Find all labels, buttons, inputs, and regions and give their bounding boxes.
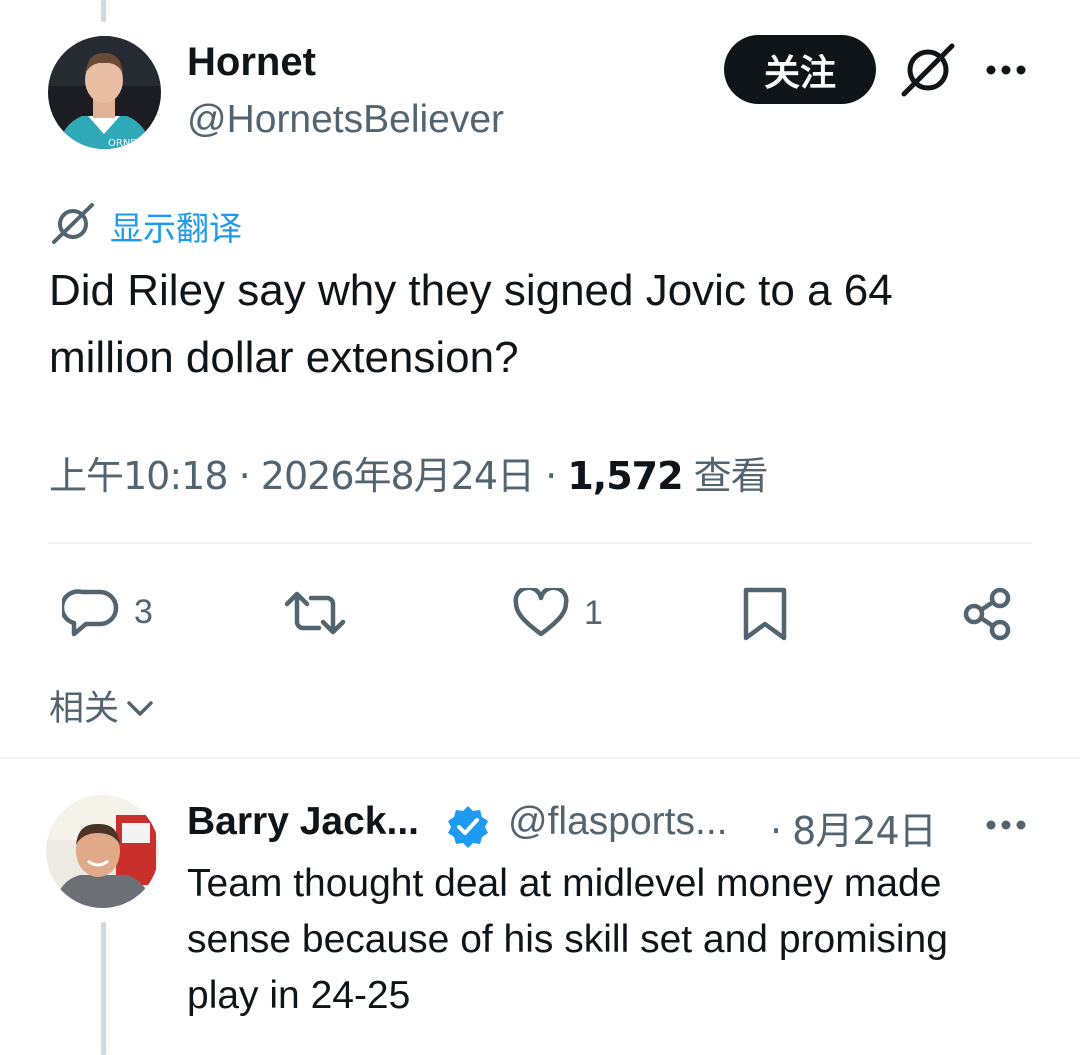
tweet-meta: 上午10:18 · 2026年8月24日 · 1,572 查看	[49, 445, 769, 500]
retweet-action[interactable]	[283, 588, 347, 638]
thread-line-top	[101, 0, 106, 22]
reply-avatar[interactable]	[46, 795, 159, 908]
thread-line-bottom	[101, 922, 106, 1055]
reply-text-line-3: play in 24-25	[187, 974, 411, 1017]
related-label: 相关	[49, 689, 120, 729]
show-translation-link[interactable]: 显示翻译	[110, 202, 242, 250]
more-options-icon[interactable]	[985, 60, 1029, 80]
bookmark-icon	[743, 587, 787, 641]
reply-text-line-2: sense because of his skill set and promi…	[187, 918, 948, 961]
reply-icon	[62, 589, 119, 637]
share-action[interactable]	[960, 586, 1016, 642]
reply-text-line-1: Team thought deal at midlevel money made	[187, 862, 942, 905]
reply-more-options-icon[interactable]	[985, 815, 1029, 835]
svg-text:ORNETS: ORNETS	[108, 138, 149, 149]
like-count: 1	[584, 593, 603, 632]
retweet-icon	[284, 591, 346, 635]
author-avatar[interactable]: ORNETS	[48, 36, 161, 149]
views-label: 查看	[693, 454, 769, 498]
verified-badge-icon	[445, 804, 491, 850]
related-dropdown[interactable]: 相关	[49, 680, 157, 731]
divider	[48, 542, 1032, 544]
chevron-down-icon	[127, 700, 153, 716]
reply-date[interactable]: · 8月24日	[770, 800, 937, 855]
section-divider	[0, 757, 1080, 759]
tweet-text-line-2: million dollar extension?	[49, 333, 519, 382]
share-icon	[963, 587, 1011, 641]
tweet-date[interactable]: 2026年8月24日	[261, 454, 535, 498]
follow-button[interactable]: 关注	[724, 35, 876, 104]
meta-separator: ·	[238, 454, 251, 498]
tweet-time[interactable]: 上午10:18	[49, 454, 229, 498]
reply-handle[interactable]: @flasports...	[508, 800, 728, 844]
reply-action[interactable]: 3	[62, 586, 153, 638]
author-display-name[interactable]: Hornet	[187, 40, 316, 85]
translate-icon[interactable]	[50, 202, 96, 244]
tweet-text-line-1: Did Riley say why they signed Jovic to a…	[49, 266, 893, 315]
grok-icon[interactable]	[898, 42, 958, 98]
reply-count: 3	[134, 592, 153, 631]
views-count[interactable]: 1,572	[567, 454, 683, 498]
heart-icon	[513, 588, 569, 637]
like-action[interactable]: 1	[512, 588, 603, 638]
author-handle[interactable]: @HornetsBeliever	[187, 98, 504, 142]
bookmark-action[interactable]	[740, 586, 790, 642]
reply-display-name[interactable]: Barry Jack...	[187, 800, 419, 844]
meta-separator: ·	[545, 454, 557, 498]
